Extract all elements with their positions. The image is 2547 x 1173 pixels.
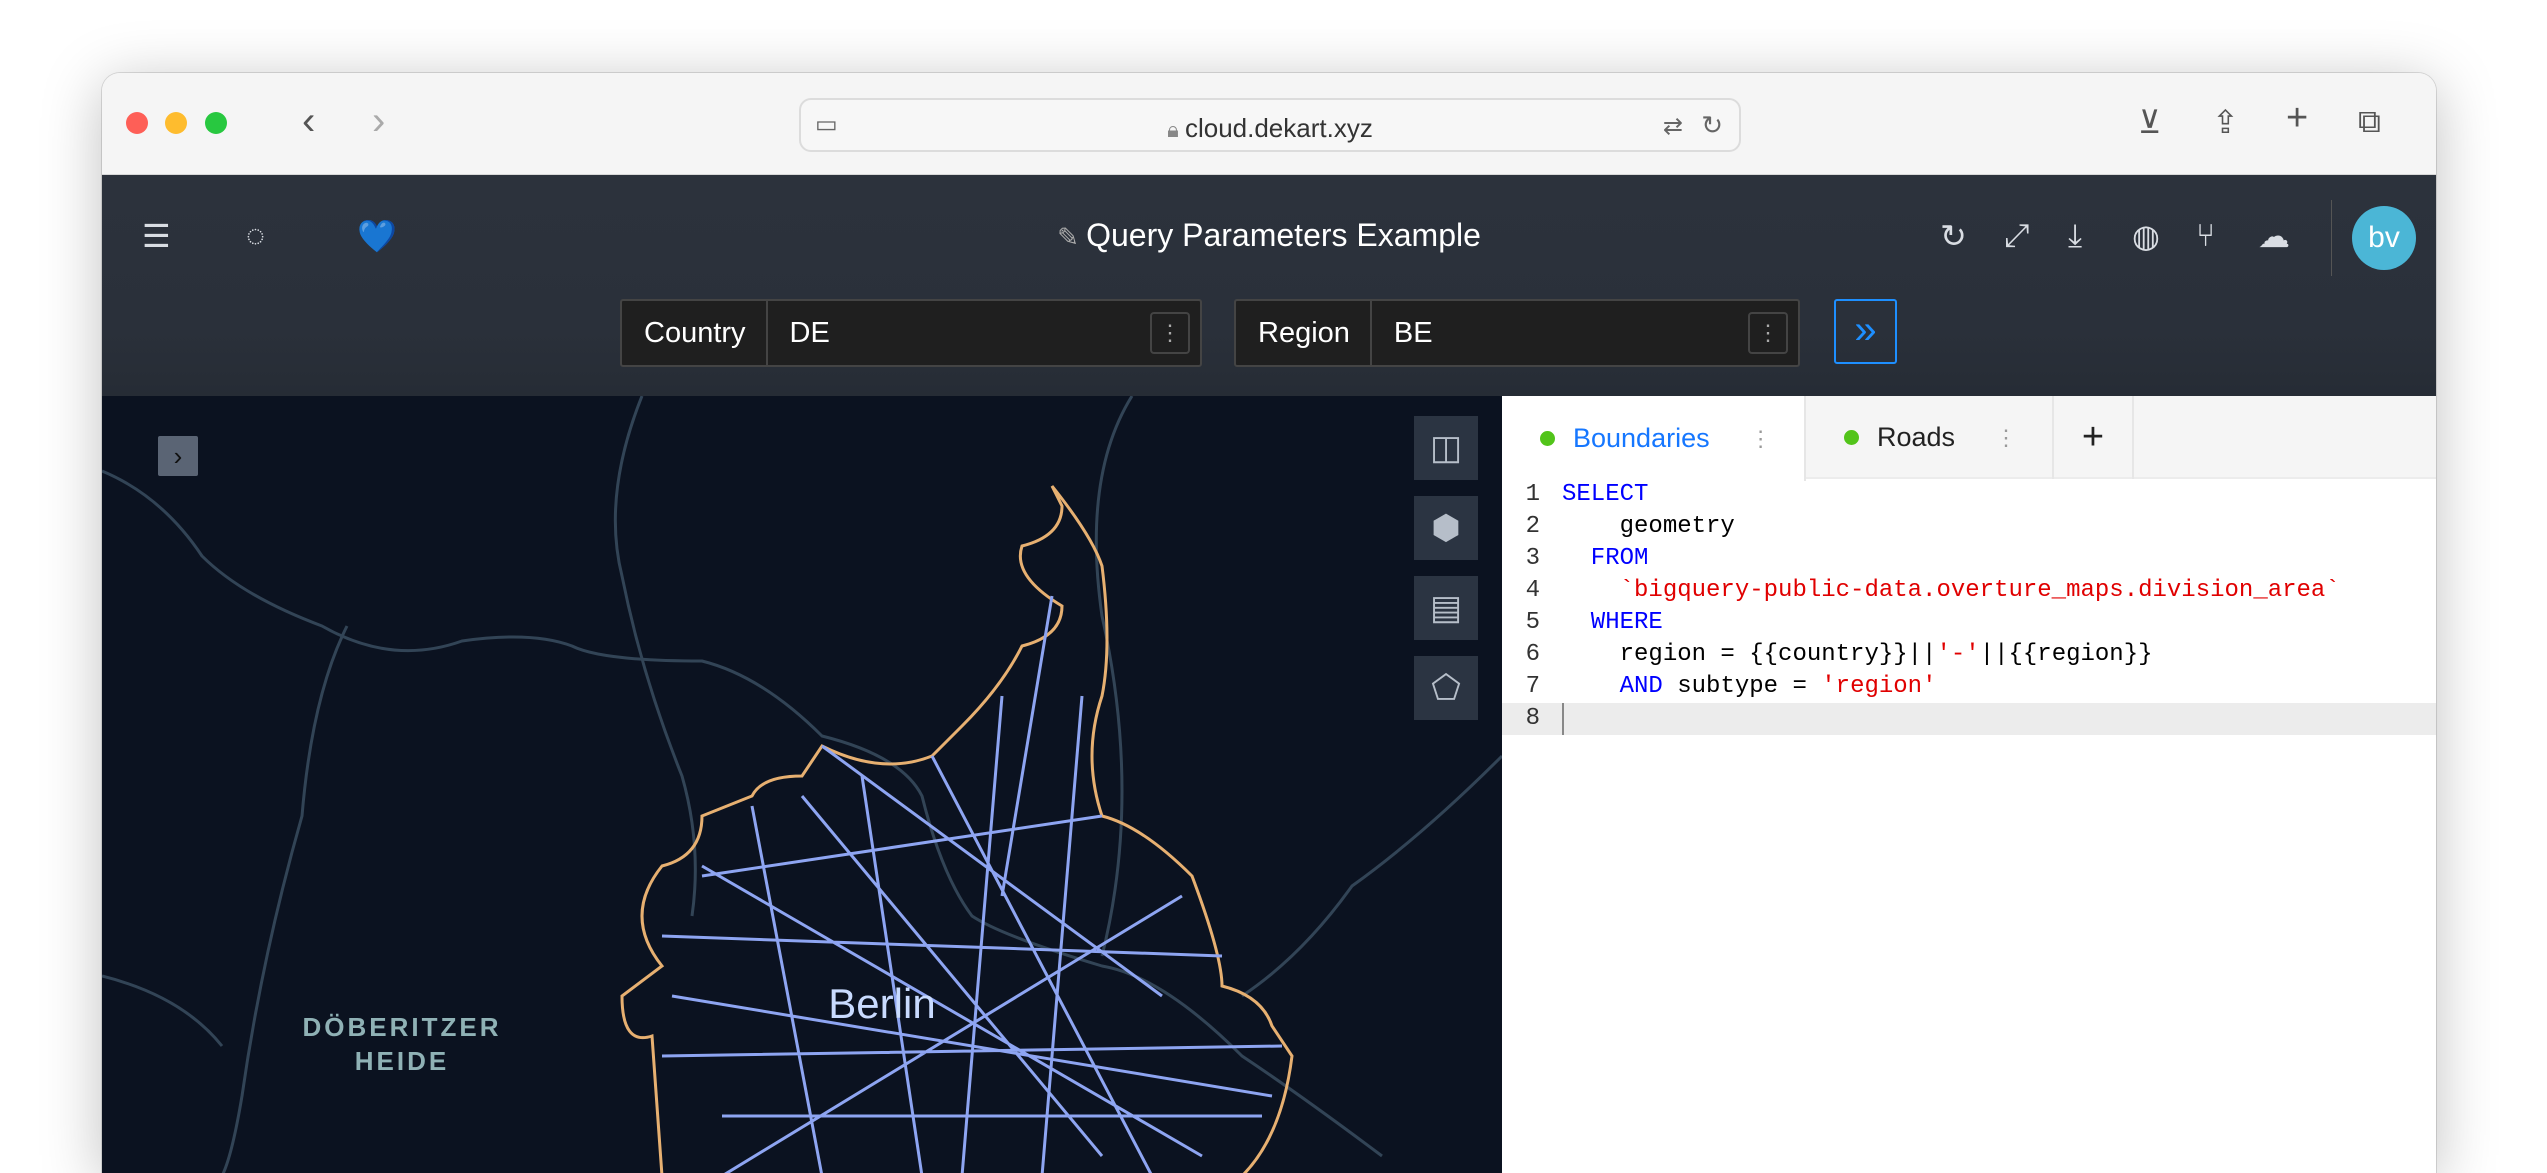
minimize-window-button[interactable] [165, 112, 187, 134]
city-label: Berlin [828, 980, 935, 1027]
globe-icon[interactable]: ◍ [2132, 217, 2160, 255]
translate-icon[interactable]: ⇄ [1663, 112, 1683, 141]
param-country[interactable]: Country DE ⋮ [620, 299, 1202, 367]
fullscreen-icon[interactable]: ⤢ [2004, 217, 2030, 255]
sql-editor[interactable]: 1 SELECT 2 geometry 3 FROM 4 `bigquery-pu… [1502, 479, 2436, 735]
param-region[interactable]: Region BE ⋮ [1234, 299, 1800, 367]
param-label: Country [622, 301, 768, 365]
line-number: 4 [1525, 577, 1540, 604]
param-region-input[interactable]: BE [1372, 317, 1748, 350]
reload-icon[interactable]: ↻ [1701, 110, 1723, 141]
param-country-input[interactable]: DE [768, 317, 1150, 350]
url-text: cloud.dekart.xyz [1184, 113, 1373, 143]
add-tab-button[interactable]: + [2054, 396, 2134, 479]
more-icon[interactable]: ⋮ [1750, 426, 1772, 452]
back-icon[interactable]: ‹ [302, 101, 315, 141]
param-label: Region [1236, 301, 1372, 365]
more-icon[interactable]: ⋮ [1150, 312, 1190, 354]
more-icon[interactable]: ⋮ [1748, 312, 1788, 354]
code-token: 'region' [1821, 673, 1937, 700]
expand-panel-button[interactable]: › [158, 436, 198, 476]
code-token: geometry [1562, 513, 1735, 540]
code-token: subtype = [1662, 673, 1822, 700]
3d-view-button[interactable]: ⬢ [1414, 496, 1478, 560]
query-editor-panel: Boundaries ⋮ Roads ⋮ + 1 SELECT 2 geometry … [1502, 396, 2436, 1173]
cloud-icon[interactable]: ☁ [2258, 217, 2290, 255]
tab-label: Roads [1877, 422, 1956, 452]
line-number: 6 [1525, 641, 1540, 668]
region-boundary [620, 485, 1294, 1173]
close-window-button[interactable] [126, 112, 148, 134]
code-token: AND [1562, 673, 1663, 700]
browser-toolbar: ‹ › ▭ 🔒︎ cloud.dekart.xyz ⇄ ↻ ⊻ ⇪ + ⧉ [102, 73, 2436, 175]
download-icon[interactable]: ⊻ [2138, 103, 2161, 141]
tab-boundaries[interactable]: Boundaries ⋮ [1502, 396, 1806, 481]
tab-label: Boundaries [1573, 423, 1710, 453]
code-token: '-' [1936, 641, 1980, 668]
app-header: ☰ ◌ 💙 ✎ Query Parameters Example ↻ ⤢ ⤓ ◍… [102, 175, 2436, 396]
tab-overview-icon[interactable]: ⧉ [2358, 103, 2381, 141]
report-title[interactable]: Query Parameters Example [1086, 217, 1481, 253]
fork-icon[interactable]: ⑂ [2196, 217, 2215, 254]
place-label: DÖBERITZER [303, 1012, 502, 1042]
status-dot [1540, 431, 1555, 446]
share-icon[interactable]: ⇪ [2212, 103, 2239, 141]
code-token: FROM [1562, 545, 1649, 572]
place-label: HEIDE [355, 1046, 449, 1076]
code-token: `bigquery-public-data.overture_maps.divi… [1562, 577, 2340, 604]
more-icon[interactable]: ⋮ [1995, 425, 2017, 451]
code-token: ||{{region}} [1979, 641, 2153, 668]
line-number: 2 [1525, 513, 1540, 540]
download-icon[interactable]: ⤓ [2068, 217, 2082, 255]
line-number: 1 [1525, 481, 1540, 508]
text-cursor [1562, 703, 1564, 735]
line-number: 8 [1525, 705, 1540, 732]
code-token: SELECT [1562, 481, 1649, 508]
avatar[interactable]: bv [2352, 206, 2416, 270]
code-token: WHERE [1562, 609, 1663, 636]
draw-polygon-button[interactable]: ⬠ [1414, 656, 1478, 720]
lock-icon: 🔒︎ [1167, 117, 1185, 142]
data-table-button[interactable]: ▤ [1414, 576, 1478, 640]
code-token: region = {{country}}|| [1562, 641, 1937, 668]
map-canvas: DÖBERITZER HEIDE Berlin [102, 396, 1502, 1173]
browser-window: ‹ › ▭ 🔒︎ cloud.dekart.xyz ⇄ ↻ ⊻ ⇪ + ⧉ ☰ … [102, 73, 2436, 1173]
line-number: 3 [1525, 545, 1540, 572]
layer-tabs: Boundaries ⋮ Roads ⋮ + [1502, 396, 2436, 481]
line-number: 5 [1525, 609, 1540, 636]
edit-icon[interactable]: ✎ [1057, 222, 1086, 252]
status-dot [1844, 430, 1859, 445]
tab-roads[interactable]: Roads ⋮ [1806, 396, 2054, 479]
line-number: 7 [1525, 673, 1540, 700]
divider [2331, 200, 2332, 276]
split-view-button[interactable]: ◫ [1414, 416, 1478, 480]
address-bar[interactable]: ▭ 🔒︎ cloud.dekart.xyz ⇄ ↻ [799, 98, 1741, 152]
refresh-icon[interactable]: ↻ [1940, 217, 1967, 255]
new-tab-icon[interactable]: + [2286, 97, 2308, 140]
maximize-window-button[interactable] [205, 112, 227, 134]
forward-icon[interactable]: › [372, 101, 385, 141]
map-view[interactable]: DÖBERITZER HEIDE Berlin › ◫ ⬢ ▤ ⬠ [102, 396, 1502, 1173]
run-all-button[interactable]: » [1834, 299, 1897, 364]
